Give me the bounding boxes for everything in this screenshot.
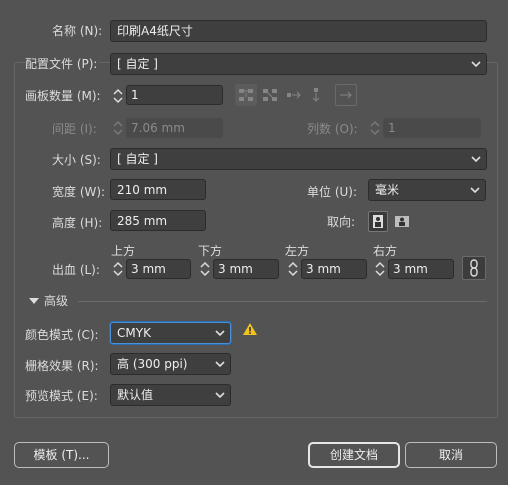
- bleed-top-input[interactable]: 3 mm: [126, 259, 191, 279]
- preview-mode-value: 默认值: [117, 388, 154, 402]
- height-input[interactable]: 285 mm: [110, 210, 206, 231]
- preview-mode-dropdown[interactable]: 默认值: [110, 384, 231, 406]
- grid-by-column-icon[interactable]: [259, 84, 281, 106]
- size-label: 大小 (S):: [52, 153, 101, 167]
- bleed-right-stepper[interactable]: [374, 259, 386, 279]
- bleed-left-label: 左方: [285, 244, 310, 258]
- spacing-label: 间距 (I):: [52, 122, 97, 136]
- chevron-down-icon: [215, 330, 225, 337]
- document-name-input[interactable]: 印刷A4纸尺寸: [110, 20, 487, 42]
- columns-label: 列数 (O):: [307, 122, 358, 136]
- chevron-down-icon: [215, 392, 225, 399]
- artboards-label: 画板数量 (M):: [25, 89, 101, 103]
- color-mode-label: 颜色模式 (C):: [25, 328, 99, 342]
- spacing-stepper: [113, 120, 123, 136]
- landscape-icon[interactable]: [392, 211, 412, 232]
- bleed-top-stepper[interactable]: [112, 259, 124, 279]
- artboards-stepper[interactable]: [112, 86, 124, 106]
- bleed-left-input[interactable]: 3 mm: [301, 259, 367, 279]
- preview-mode-label: 预览模式 (E):: [25, 389, 98, 403]
- arrange-by-column-icon[interactable]: [305, 84, 327, 106]
- layout-direction-icon[interactable]: [335, 84, 357, 106]
- portrait-icon[interactable]: [368, 211, 388, 232]
- size-dropdown[interactable]: [ 自定 ]: [110, 148, 487, 170]
- templates-button[interactable]: 模板 (T)...: [14, 442, 109, 468]
- raster-effects-value: 高 (300 ppi): [117, 357, 188, 371]
- orientation-label: 取向:: [327, 215, 356, 229]
- disclosure-triangle-icon[interactable]: [29, 297, 39, 305]
- columns-stepper: [370, 120, 380, 136]
- advanced-label[interactable]: 高级: [44, 294, 68, 308]
- advanced-divider: [78, 301, 487, 302]
- bleed-bottom-stepper[interactable]: [199, 259, 211, 279]
- units-dropdown[interactable]: 毫米: [368, 179, 486, 201]
- spacing-input: 7.06 mm: [126, 118, 223, 138]
- profile-value: [ 自定 ]: [117, 57, 158, 71]
- arrange-by-row-icon[interactable]: [283, 84, 305, 106]
- link-icon[interactable]: [462, 256, 486, 280]
- bleed-right-input[interactable]: 3 mm: [388, 259, 454, 279]
- chevron-down-icon: [470, 187, 480, 194]
- create-document-button[interactable]: 创建文档: [308, 442, 400, 468]
- warning-icon: [243, 323, 257, 335]
- profile-label: 配置文件 (P):: [25, 57, 100, 71]
- width-input[interactable]: 210 mm: [110, 179, 206, 200]
- raster-effects-label: 栅格效果 (R):: [25, 359, 99, 373]
- bleed-bottom-input[interactable]: 3 mm: [213, 259, 279, 279]
- chevron-down-icon: [471, 156, 481, 163]
- bleed-left-stepper[interactable]: [287, 259, 299, 279]
- grid-by-row-icon[interactable]: [235, 84, 257, 106]
- color-mode-value: CMYK: [117, 326, 151, 340]
- bleed-label: 出血 (L):: [52, 263, 100, 277]
- bleed-right-label: 右方: [373, 244, 398, 258]
- columns-input: 1: [383, 118, 481, 138]
- name-label: 名称 (N):: [52, 24, 103, 38]
- size-value: [ 自定 ]: [117, 152, 158, 166]
- chevron-down-icon: [215, 361, 225, 368]
- units-value: 毫米: [375, 183, 400, 197]
- chevron-down-icon: [471, 61, 481, 68]
- height-label: 高度 (H):: [52, 216, 103, 230]
- color-mode-dropdown[interactable]: CMYK: [110, 322, 231, 344]
- profile-dropdown[interactable]: [ 自定 ]: [110, 53, 487, 75]
- raster-effects-dropdown[interactable]: 高 (300 ppi): [110, 353, 231, 375]
- cancel-button[interactable]: 取消: [405, 442, 497, 468]
- artboards-input[interactable]: 1: [126, 85, 223, 105]
- bleed-top-label: 上方: [111, 244, 136, 258]
- width-label: 宽度 (W):: [52, 185, 106, 199]
- bleed-bottom-label: 下方: [198, 244, 223, 258]
- units-label: 单位 (U):: [307, 185, 358, 199]
